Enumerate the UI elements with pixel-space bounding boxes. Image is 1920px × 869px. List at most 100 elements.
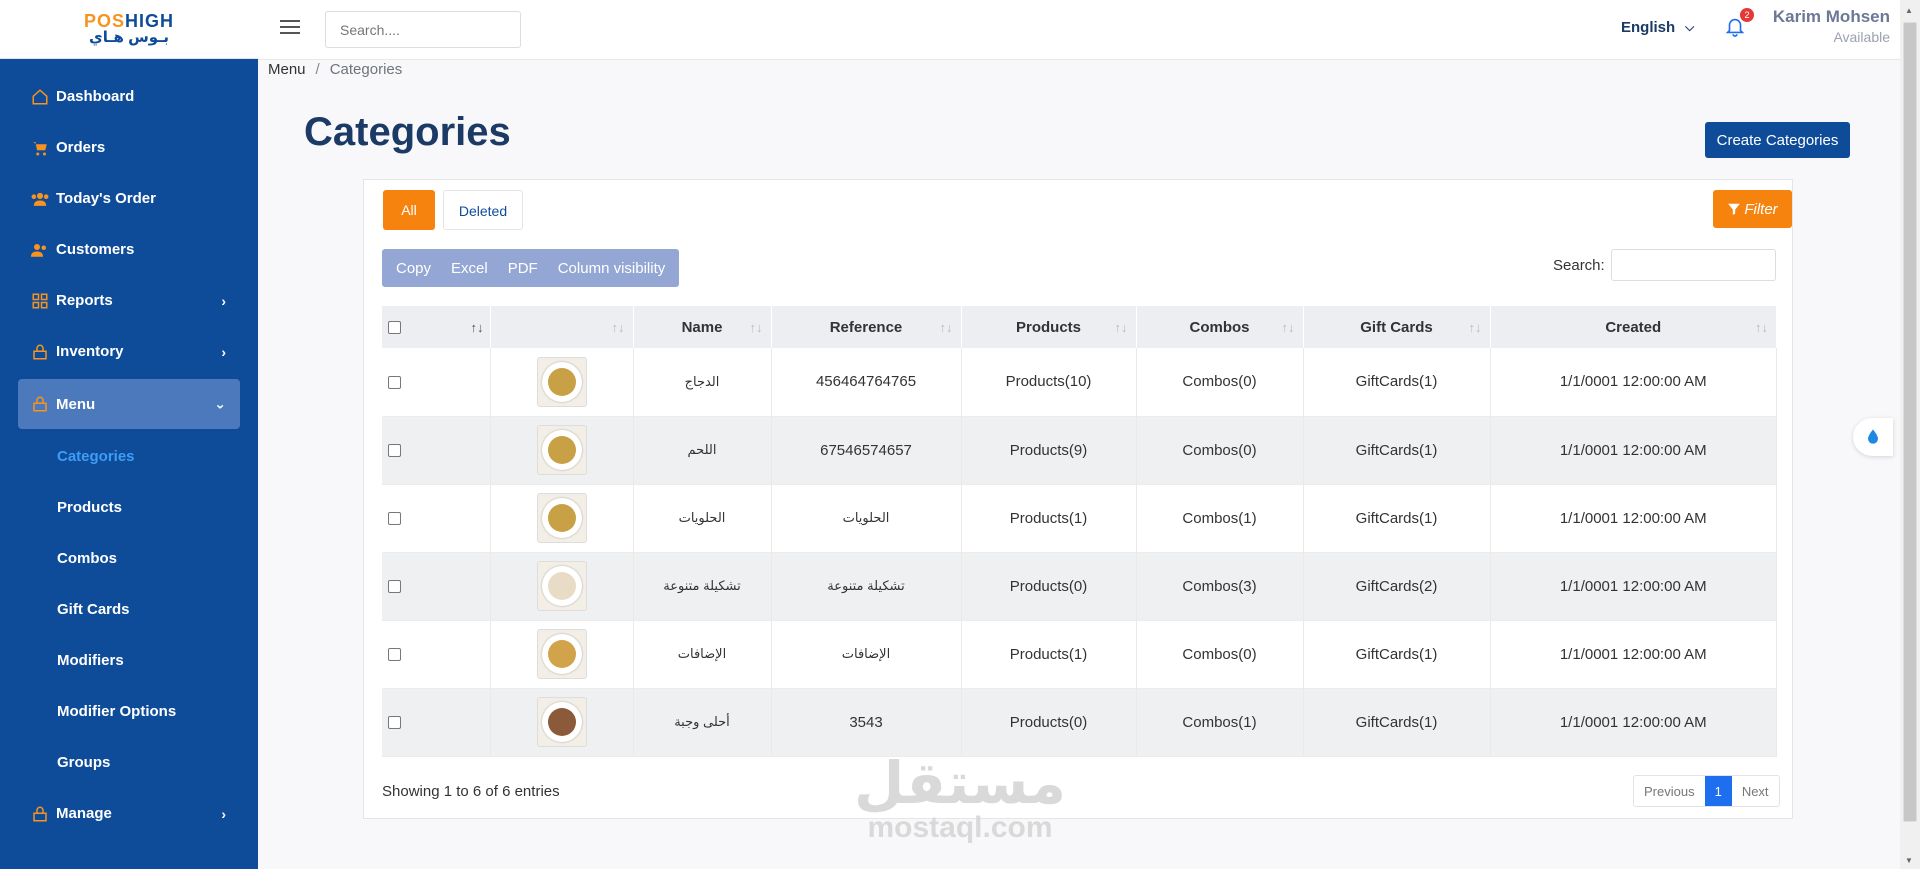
notifications-button[interactable]: 2: [1724, 8, 1754, 42]
sidebar-item-menu[interactable]: Menu ⌄: [18, 379, 240, 429]
table-row[interactable]: الإضافات الإضافات Products(1) Combos(0) …: [382, 620, 1777, 689]
header-label: Created: [1605, 318, 1662, 336]
chevron-right-icon: ›: [221, 805, 226, 822]
sort-icon[interactable]: ↑↓: [471, 320, 484, 335]
pdf-button[interactable]: PDF: [498, 260, 548, 277]
sidebar-item-reports[interactable]: Reports ›: [0, 275, 258, 326]
search-input[interactable]: [325, 11, 521, 48]
row-checkbox[interactable]: [388, 512, 401, 526]
language-selector[interactable]: English ⌵: [1621, 19, 1694, 36]
row-checkbox[interactable]: [388, 375, 401, 389]
products-cell[interactable]: Products(1): [961, 620, 1137, 689]
name-cell: اللحم: [633, 416, 772, 485]
header-image[interactable]: ↑↓: [490, 306, 634, 348]
sidebar-item-manage[interactable]: Manage ›: [0, 788, 258, 839]
table-row[interactable]: الدجاج 456464764765 Products(10) Combos(…: [382, 348, 1777, 417]
submenu-item-categories[interactable]: Categories: [0, 431, 258, 482]
category-image[interactable]: [536, 697, 587, 747]
scroll-up-icon[interactable]: ▲: [1905, 6, 1913, 15]
sidebar-item-orders[interactable]: Orders: [0, 122, 258, 173]
filter-label: Filter: [1744, 200, 1778, 218]
category-image[interactable]: [536, 629, 587, 679]
header-combos[interactable]: Combos ↑↓: [1136, 306, 1304, 348]
sort-icon: ↑↓: [1281, 320, 1295, 335]
header-products[interactable]: Products ↑↓: [961, 306, 1137, 348]
giftcards-cell[interactable]: GiftCards(1): [1303, 620, 1491, 689]
hamburger-menu-icon[interactable]: [280, 20, 300, 38]
header-label: Gift Cards: [1360, 318, 1433, 336]
table-search-input[interactable]: [1611, 249, 1776, 281]
category-image[interactable]: [536, 425, 587, 475]
column-visibility-button[interactable]: Column visibility: [548, 260, 676, 277]
created-cell: 1/1/0001 12:00:00 AM: [1490, 620, 1777, 689]
reference-cell: 3543: [771, 688, 962, 757]
giftcards-cell[interactable]: GiftCards(1): [1303, 416, 1491, 485]
giftcards-cell[interactable]: GiftCards(1): [1303, 484, 1491, 553]
products-cell[interactable]: Products(1): [961, 484, 1137, 553]
giftcards-cell[interactable]: GiftCards(1): [1303, 688, 1491, 757]
scrollbar-thumb[interactable]: [1903, 22, 1917, 822]
products-cell[interactable]: Products(9): [961, 416, 1137, 485]
sidebar-item-inventory[interactable]: Inventory ›: [0, 326, 258, 377]
droplet-settings-icon[interactable]: [1853, 418, 1893, 456]
combos-cell[interactable]: Combos(0): [1136, 416, 1304, 485]
header-reference[interactable]: Reference ↑↓: [771, 306, 962, 348]
scroll-down-icon[interactable]: ▼: [1905, 856, 1913, 865]
table-row[interactable]: أحلى وجبة 3543 Products(0) Combos(1) Gif…: [382, 688, 1777, 757]
sidebar-item-todays-order[interactable]: Today's Order: [0, 173, 258, 224]
filter-icon: [1728, 203, 1741, 215]
logo[interactable]: POSHIGH بـوس هـاي: [0, 0, 258, 59]
submenu-item-gift-cards[interactable]: Gift Cards: [0, 584, 258, 635]
user-status: Available: [1833, 29, 1890, 45]
submenu-item-groups[interactable]: Groups: [0, 737, 258, 788]
header-gift-cards[interactable]: Gift Cards ↑↓: [1303, 306, 1491, 348]
category-image[interactable]: [536, 561, 587, 611]
row-checkbox[interactable]: [388, 580, 401, 594]
table-row[interactable]: تشكيلة متنوعة تشكيلة متنوعة Products(0) …: [382, 552, 1777, 621]
copy-button[interactable]: Copy: [386, 260, 441, 277]
chevron-right-icon: ›: [221, 343, 226, 360]
products-cell[interactable]: Products(0): [961, 552, 1137, 621]
giftcards-cell[interactable]: GiftCards(2): [1303, 552, 1491, 621]
vertical-scrollbar[interactable]: ▲ ▼: [1900, 0, 1920, 869]
row-checkbox[interactable]: [388, 648, 401, 662]
combos-cell[interactable]: Combos(1): [1136, 688, 1304, 757]
combos-cell[interactable]: Combos(3): [1136, 552, 1304, 621]
user-menu[interactable]: Karim Mohsen Available: [1773, 7, 1890, 45]
submenu-item-combos[interactable]: Combos: [0, 533, 258, 584]
reference-cell: 456464764765: [771, 348, 962, 417]
combos-cell[interactable]: Combos(0): [1136, 348, 1304, 417]
breadcrumb-parent[interactable]: Menu: [268, 61, 306, 78]
category-image[interactable]: [536, 493, 587, 543]
table-row[interactable]: الحلويات الحلويات Products(1) Combos(1) …: [382, 484, 1777, 553]
previous-button[interactable]: Previous: [1634, 776, 1705, 806]
products-cell[interactable]: Products(10): [961, 348, 1137, 417]
combos-cell[interactable]: Combos(0): [1136, 620, 1304, 689]
select-all-checkbox[interactable]: [388, 321, 401, 335]
tab-all[interactable]: All: [383, 190, 435, 230]
submenu-item-modifiers[interactable]: Modifiers: [0, 635, 258, 686]
next-button[interactable]: Next: [1732, 776, 1779, 806]
products-cell[interactable]: Products(0): [961, 688, 1137, 757]
submenu-item-products[interactable]: Products: [0, 482, 258, 533]
header-name[interactable]: Name ↑↓: [633, 306, 772, 348]
header-label: Products: [1015, 318, 1081, 336]
header-created[interactable]: Created ↑↓: [1490, 306, 1777, 348]
image-cell: [490, 348, 634, 417]
table-row[interactable]: اللحم 67546574657 Products(9) Combos(0) …: [382, 416, 1777, 485]
combos-cell[interactable]: Combos(1): [1136, 484, 1304, 553]
sidebar-item-label: Inventory: [56, 343, 124, 360]
filter-button[interactable]: Filter: [1713, 190, 1792, 228]
create-categories-button[interactable]: Create Categories: [1705, 122, 1850, 158]
excel-button[interactable]: Excel: [441, 260, 498, 277]
submenu-item-modifier-options[interactable]: Modifier Options: [0, 686, 258, 737]
row-checkbox[interactable]: [388, 444, 401, 458]
giftcards-cell[interactable]: GiftCards(1): [1303, 348, 1491, 417]
row-checkbox[interactable]: [388, 716, 401, 730]
category-image[interactable]: [536, 356, 587, 407]
tab-deleted[interactable]: Deleted: [443, 190, 523, 230]
page-button[interactable]: 1: [1704, 776, 1732, 806]
sidebar-item-customers[interactable]: Customers: [0, 224, 258, 275]
sidebar-item-dashboard[interactable]: Dashboard: [0, 71, 258, 122]
users-icon: [30, 240, 50, 260]
